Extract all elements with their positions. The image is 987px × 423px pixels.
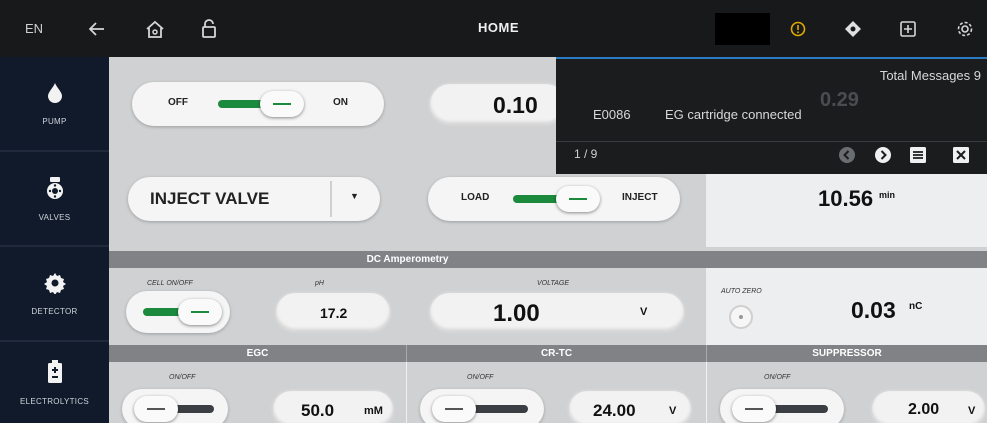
message-popup: Total Messages 9 0.29 E0086 EG cartridge… xyxy=(556,57,987,174)
message-code: E0086 xyxy=(593,107,631,122)
locate-icon[interactable] xyxy=(842,18,864,40)
flow-value: 0.10 xyxy=(493,92,538,118)
page-title: HOME xyxy=(478,20,519,35)
sidebar-item-label: VALVES xyxy=(38,212,71,222)
toggle-knob[interactable] xyxy=(556,186,600,212)
egc-onoff-label: ON/OFF xyxy=(169,374,196,381)
egc-unit: mM xyxy=(364,405,383,417)
valve-select[interactable]: INJECT VALVE ▼ xyxy=(128,177,380,221)
valve-select-value: INJECT VALVE xyxy=(150,189,270,208)
time-value: 10.56 xyxy=(818,186,874,211)
sidebar-item-label: ELECTROLYTICS xyxy=(19,396,90,406)
electrolytics-panel: EGC CR-TC SUPPRESSOR ON/OFF 50.0 mM ON/O… xyxy=(109,345,987,423)
unlock-icon[interactable] xyxy=(198,18,220,40)
crtc-toggle[interactable] xyxy=(420,389,544,423)
off-label: OFF xyxy=(168,97,188,108)
sidebar-item-label: PUMP xyxy=(42,116,67,126)
previous-message-icon[interactable] xyxy=(838,146,856,164)
valve-icon xyxy=(44,176,66,205)
drop-icon xyxy=(47,82,63,109)
message-text: EG cartridge connected xyxy=(665,107,802,122)
toggle-knob[interactable] xyxy=(134,396,178,422)
sidebar-item-electrolytics[interactable]: ELECTROLYTICS xyxy=(0,342,109,423)
chevron-down-icon[interactable]: ▼ xyxy=(350,191,359,201)
close-icon[interactable] xyxy=(952,146,970,164)
suppressor-value: 2.00 xyxy=(908,401,940,418)
toggle-knob[interactable] xyxy=(432,396,476,422)
cell-toggle[interactable] xyxy=(126,291,230,333)
flow-field[interactable]: 0.10 xyxy=(428,82,568,126)
language-selector[interactable]: EN xyxy=(25,21,43,36)
voltage-unit: V xyxy=(640,306,648,318)
charge-readout: AUTO ZERO 0.03 nC xyxy=(706,268,987,345)
autozero-label: AUTO ZERO xyxy=(721,288,762,295)
toggle-knob[interactable] xyxy=(732,396,776,422)
pump-toggle-switch[interactable]: OFF ON xyxy=(132,82,384,126)
on-label: ON xyxy=(333,97,348,108)
time-unit: min xyxy=(879,190,896,200)
sidebar-item-detector[interactable]: DETECTOR xyxy=(0,247,109,342)
crtc-field[interactable]: 24.00 V xyxy=(567,389,693,423)
sidebar-item-valves[interactable]: VALVES xyxy=(0,152,109,247)
obscured-value: 0.29 xyxy=(820,89,859,111)
egc-value: 50.0 xyxy=(301,401,335,420)
charge-value: 0.03 xyxy=(851,297,896,323)
egc-title: EGC xyxy=(109,345,406,362)
ph-field[interactable]: 17.2 xyxy=(274,291,392,333)
alert-icon[interactable] xyxy=(787,18,809,40)
home-icon[interactable] xyxy=(144,18,166,40)
load-label: LOAD xyxy=(461,192,490,203)
egc-toggle[interactable] xyxy=(122,389,228,423)
ph-value: 17.2 xyxy=(320,305,348,321)
message-pager: 1 / 9 xyxy=(574,147,598,161)
voltage-value: 1.00 xyxy=(493,300,540,327)
toggle-knob[interactable] xyxy=(178,299,222,325)
gear-icon[interactable] xyxy=(954,18,976,40)
sidebar: PUMP VALVES DETECTOR ELECTROLYTICS xyxy=(0,57,109,423)
suppressor-title: SUPPRESSOR xyxy=(706,345,987,362)
sidebar-item-label: DETECTOR xyxy=(31,306,78,316)
cell-onoff-label: CELL ON/OFF xyxy=(147,280,193,287)
back-arrow-icon[interactable] xyxy=(86,18,108,40)
ph-label: pH xyxy=(315,280,324,287)
crtc-value: 24.00 xyxy=(593,401,636,420)
next-message-icon[interactable] xyxy=(874,146,892,164)
inject-label: INJECT xyxy=(622,192,658,203)
voltage-label: VOLTAGE xyxy=(537,280,570,287)
message-list-icon[interactable] xyxy=(909,146,927,164)
charge-unit: nC xyxy=(909,301,923,312)
egc-field[interactable]: 50.0 mM xyxy=(271,389,395,423)
voltage-field[interactable]: 1.00 V xyxy=(428,291,686,333)
suppressor-unit: V xyxy=(968,405,976,417)
suppressor-onoff-label: ON/OFF xyxy=(764,374,791,381)
crtc-unit: V xyxy=(669,405,677,417)
suppressor-field[interactable]: 2.00 V xyxy=(870,389,987,423)
top-bar: EN HOME xyxy=(0,0,987,57)
battery-icon xyxy=(47,359,63,389)
gear-icon xyxy=(43,272,66,299)
load-inject-toggle[interactable]: LOAD INJECT xyxy=(428,177,680,221)
sidebar-item-pump[interactable]: PUMP xyxy=(0,57,109,152)
detector-panel: DC Amperometry CELL ON/OFF pH 17.2 VOLTA… xyxy=(109,247,987,345)
detector-section-bar-right xyxy=(706,251,987,268)
toggle-knob[interactable] xyxy=(260,91,304,117)
redacted-area xyxy=(715,13,770,45)
detector-section-title: DC Amperometry xyxy=(109,251,706,268)
add-box-icon[interactable] xyxy=(897,18,919,40)
suppressor-toggle[interactable] xyxy=(720,389,844,423)
total-messages-label: Total Messages 9 xyxy=(879,68,981,83)
crtc-onoff-label: ON/OFF xyxy=(467,374,494,381)
autozero-button[interactable] xyxy=(729,305,753,329)
crtc-title: CR-TC xyxy=(406,345,706,362)
